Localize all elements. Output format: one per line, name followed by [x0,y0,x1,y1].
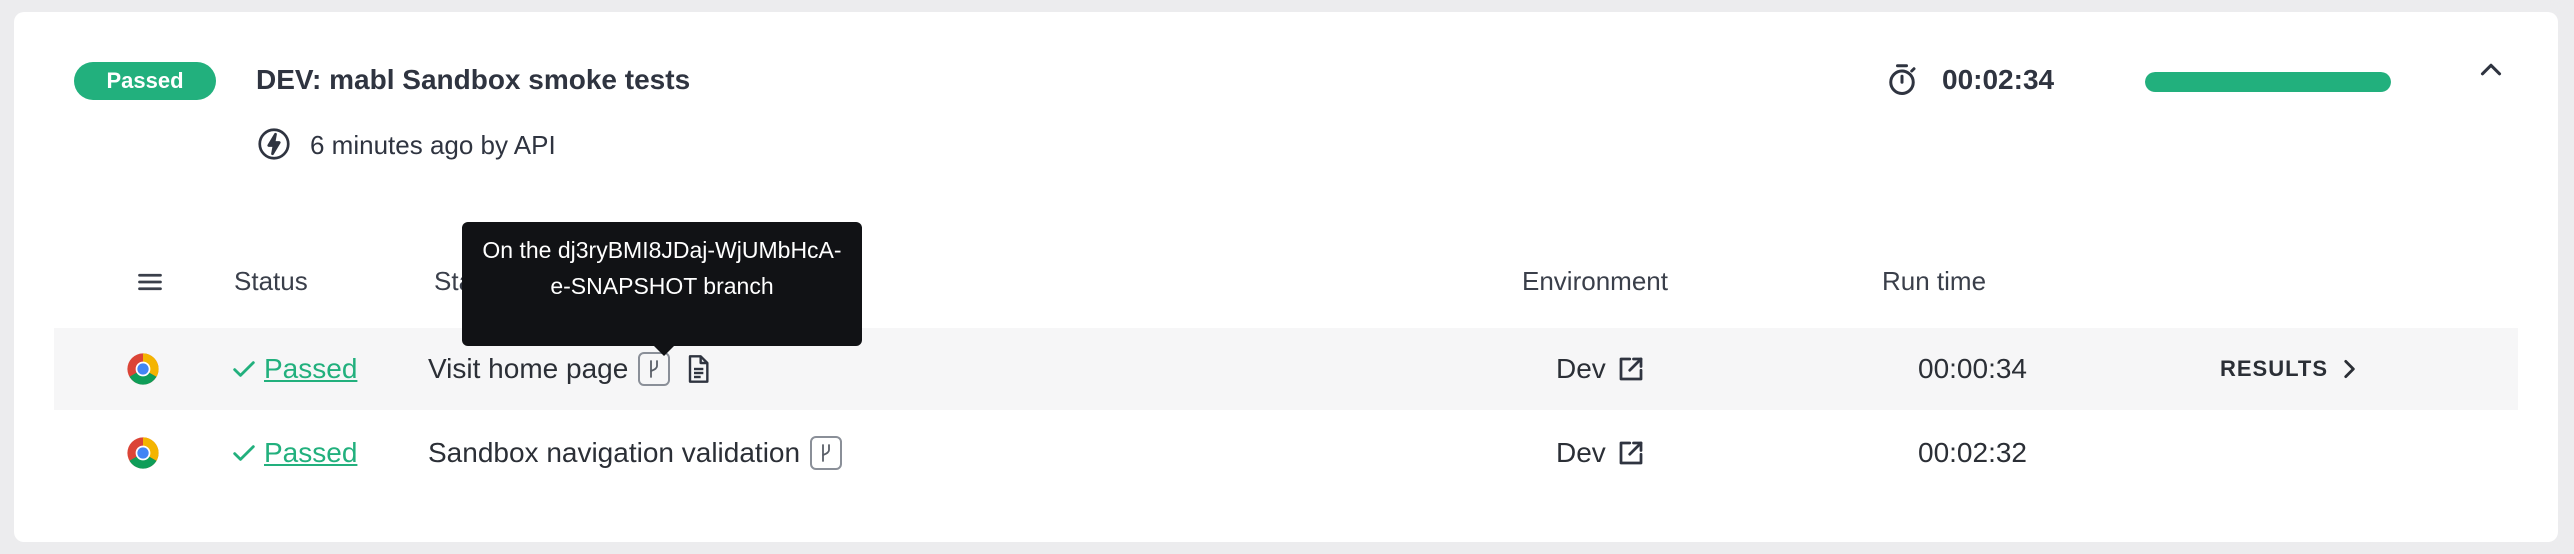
plan-duration: 00:02:34 [1942,64,2055,95]
test-name: Sandbox navigation validation [428,437,801,468]
check-icon [233,361,255,377]
notes-document-icon[interactable] [682,352,714,386]
check-icon [233,445,255,461]
external-link-icon[interactable] [1616,354,1646,384]
branch-tooltip: On the dj3ryBMI8JDaj-WjUMbHcA-e-SNAPSHOT… [462,222,862,346]
run-time: 00:02:32 [1918,437,2027,468]
collapse-chevron-up-icon[interactable] [2474,54,2508,88]
stopwatch-icon [1889,64,1916,95]
plan-status-badge: Passed [74,62,216,100]
column-header-status: Status [234,266,308,296]
menu-icon[interactable] [132,264,168,300]
api-trigger-bolt-icon [258,128,290,160]
environment-name: Dev [1556,437,1606,468]
plan-run-card: Passed DEV: mabl Sandbox smoke tests 00:… [14,12,2558,542]
table-row: Passed Sandbox navigation validation Dev… [54,412,2518,494]
plan-progress-bar [2145,72,2391,92]
branch-icon[interactable] [638,352,671,386]
status-link[interactable]: Passed [264,437,357,469]
column-header-environment: Environment [1522,266,1668,296]
plan-title: DEV: mabl Sandbox smoke tests [256,64,691,95]
chrome-icon [127,437,159,469]
plan-progress-fill [2145,72,2391,92]
external-link-icon[interactable] [1616,438,1646,468]
column-header-run-time: Run time [1882,266,1987,296]
chrome-icon [127,353,159,385]
tooltip-arrow [652,344,676,356]
results-label[interactable]: RESULTS [2220,356,2328,382]
status-link[interactable]: Passed [264,353,357,385]
branch-icon[interactable] [810,436,843,470]
chevron-right-icon[interactable] [2336,356,2362,382]
run-time: 00:00:34 [1918,353,2027,384]
plan-trigger-info: 6 minutes ago by API [310,130,556,160]
table-row: Passed Visit home page Dev 00:00:34 RESU… [54,328,2518,410]
environment-name: Dev [1556,353,1606,384]
test-name: Visit home page [428,353,629,384]
results-link[interactable]: RESULTS [2220,328,2362,410]
